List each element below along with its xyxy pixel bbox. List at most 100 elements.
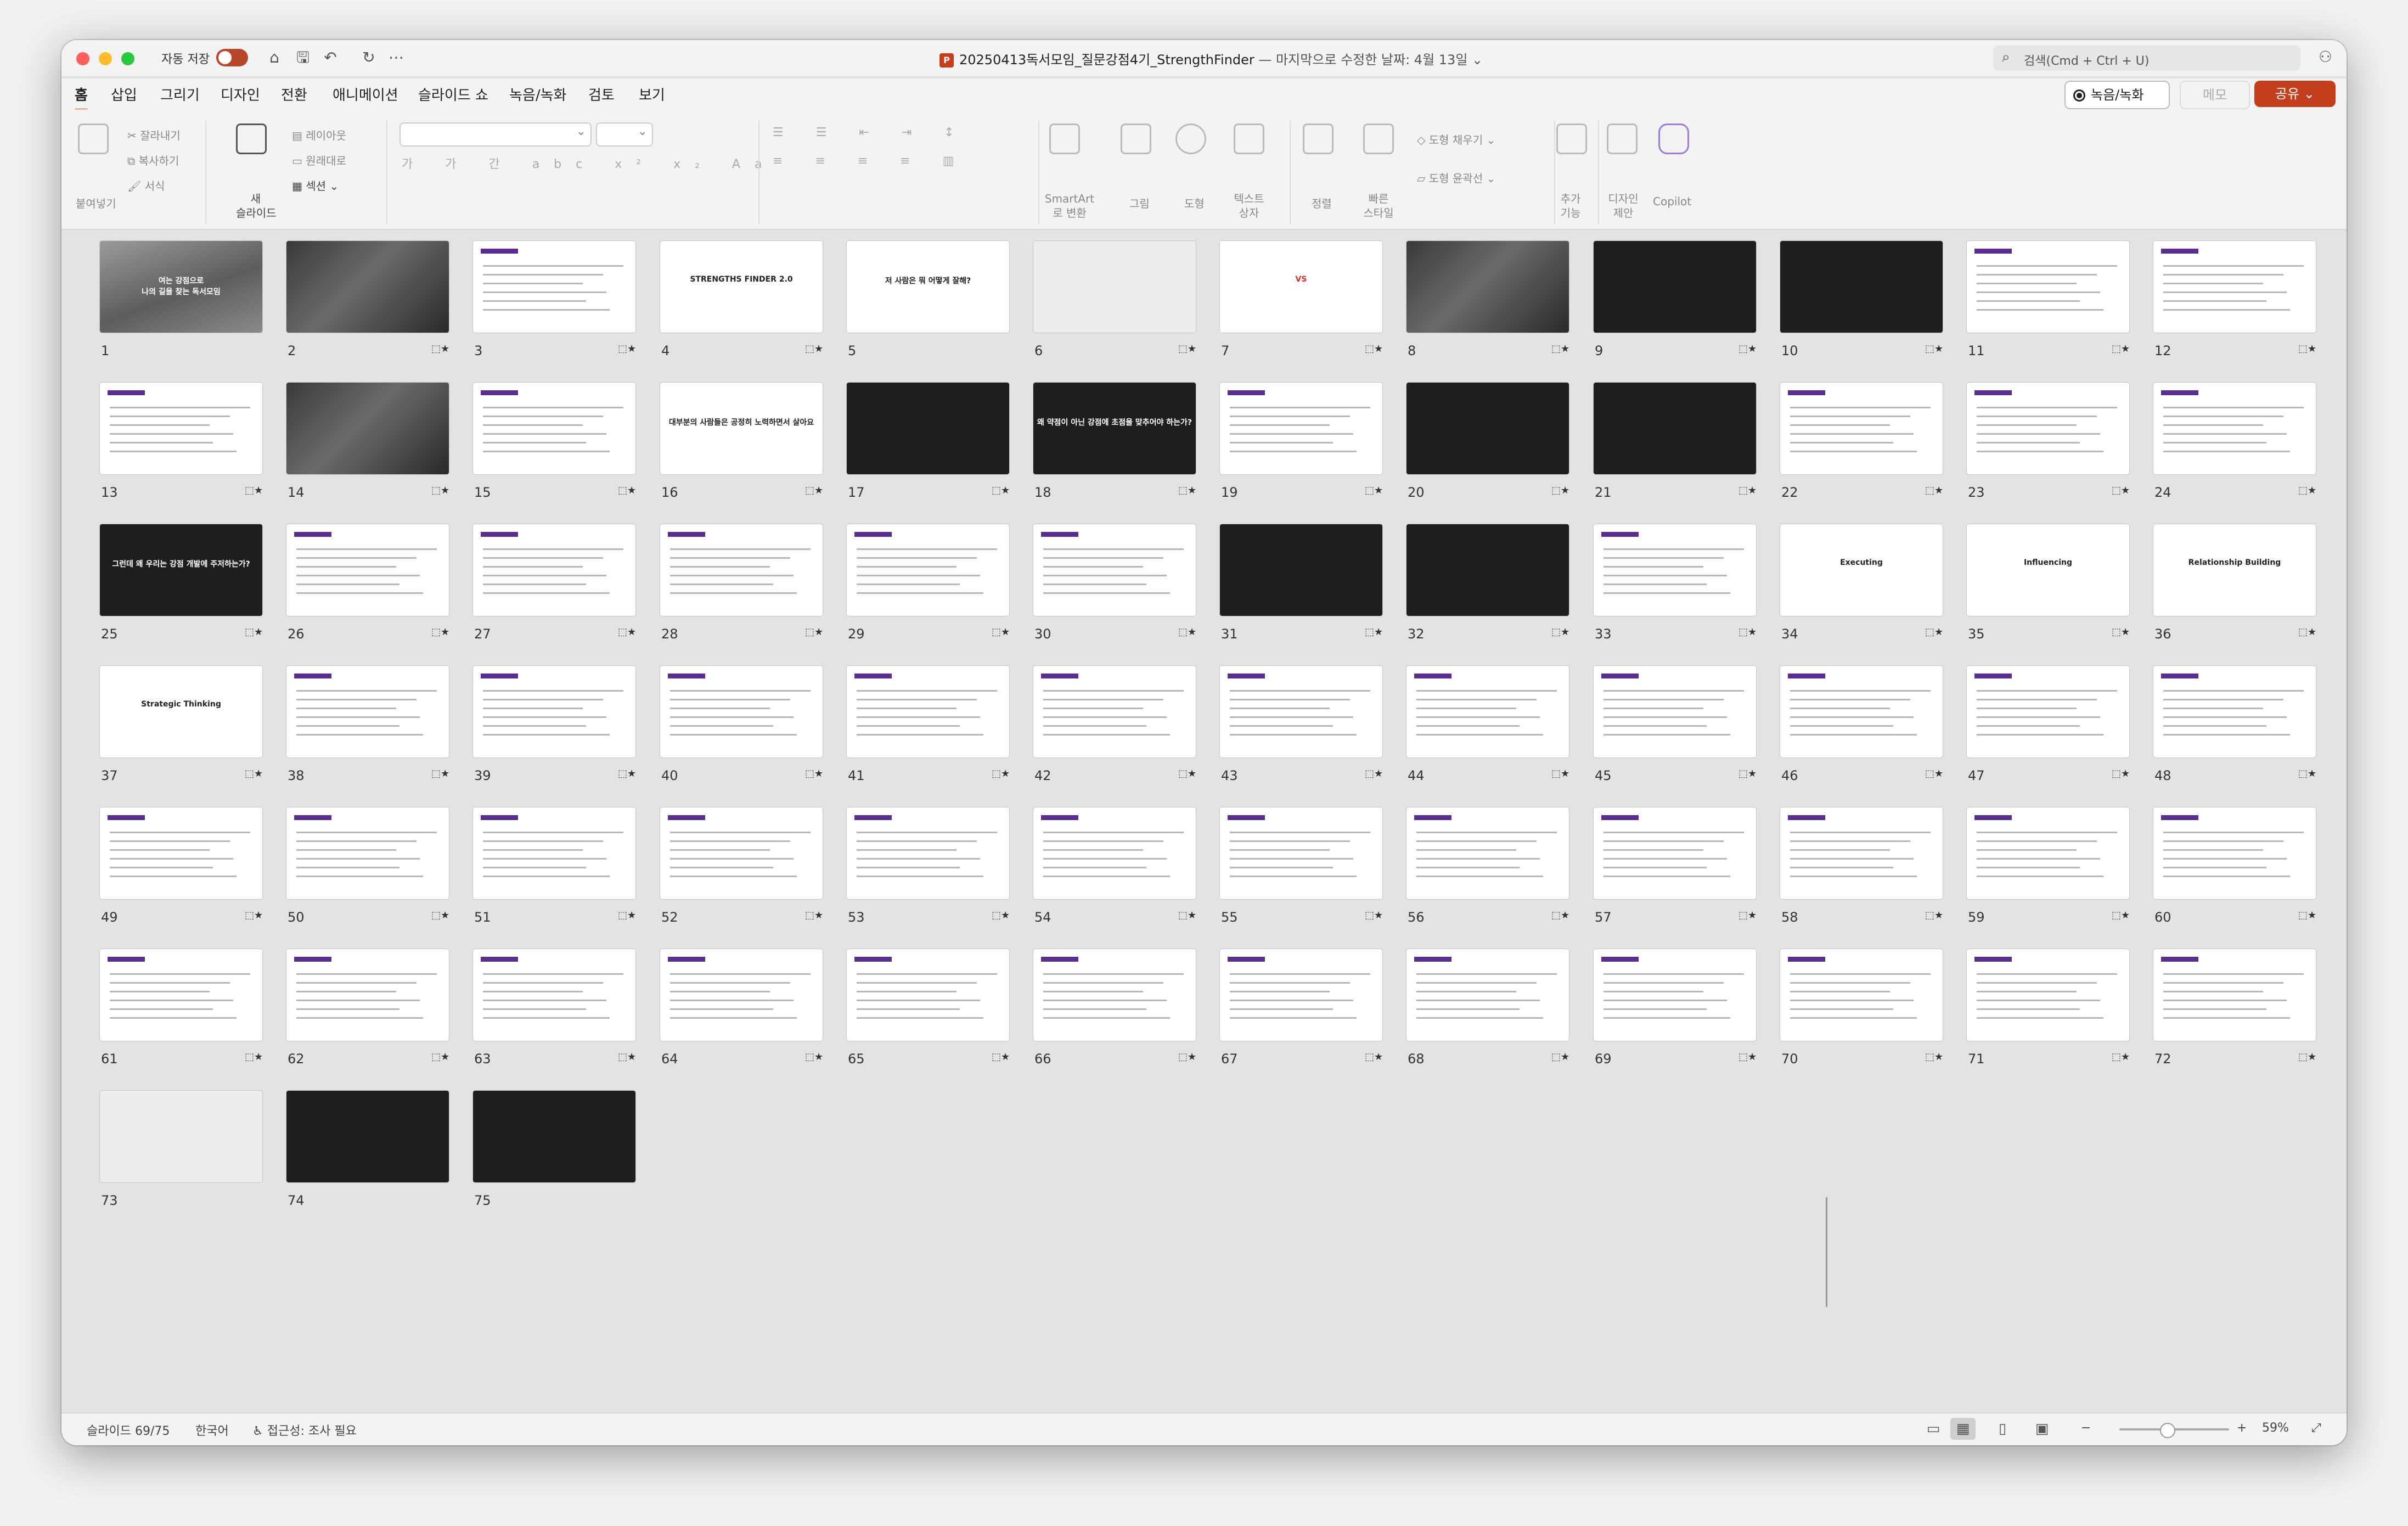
normal-view-button[interactable]: ▭ bbox=[1921, 1418, 1946, 1440]
slide-thumbnail[interactable] bbox=[2153, 241, 2316, 333]
slide-thumbnail[interactable] bbox=[847, 666, 1009, 758]
slide-thumbnail[interactable] bbox=[1406, 807, 1569, 899]
transition-star-icon[interactable]: ⬚★ bbox=[1365, 485, 1383, 496]
transition-star-icon[interactable]: ⬚★ bbox=[1739, 343, 1757, 355]
slide-thumbnail[interactable] bbox=[1220, 949, 1382, 1041]
list-buttons[interactable]: ☰ ☰ ⇤ ⇥ ↕ bbox=[773, 126, 969, 139]
section-button[interactable]: ▦ 섹션 ⌄ bbox=[292, 177, 339, 193]
transition-star-icon[interactable]: ⬚★ bbox=[1178, 626, 1196, 638]
new-slide-icon[interactable] bbox=[236, 124, 267, 154]
autosave-toggle[interactable] bbox=[216, 49, 248, 66]
transition-star-icon[interactable]: ⬚★ bbox=[245, 485, 263, 496]
textbox-icon[interactable] bbox=[1234, 124, 1264, 154]
more-icon[interactable]: ⋯ bbox=[385, 47, 407, 69]
font-name-select[interactable] bbox=[400, 122, 592, 147]
slide-thumbnail[interactable]: STRENGTHS FINDER 2.0 bbox=[660, 241, 823, 333]
slide-thumbnail[interactable] bbox=[1406, 383, 1569, 474]
slide-thumbnail[interactable] bbox=[1780, 241, 1943, 333]
slide-thumbnail[interactable] bbox=[1406, 666, 1569, 758]
slide-thumbnail[interactable] bbox=[1780, 666, 1943, 758]
save-icon[interactable]: 🖫 bbox=[292, 47, 314, 69]
transition-star-icon[interactable]: ⬚★ bbox=[1925, 910, 1943, 921]
transition-star-icon[interactable]: ⬚★ bbox=[2298, 1051, 2316, 1063]
zoom-level[interactable]: 59% bbox=[2262, 1421, 2289, 1435]
smartart-icon[interactable] bbox=[1049, 124, 1080, 154]
transition-star-icon[interactable]: ⬚★ bbox=[1925, 1051, 1943, 1063]
slide-thumbnail[interactable] bbox=[1594, 524, 1756, 616]
slide-thumbnail[interactable]: Relationship Building bbox=[2153, 524, 2316, 616]
transition-star-icon[interactable]: ⬚★ bbox=[1178, 910, 1196, 921]
cut-button[interactable]: ✂ 잘라내기 bbox=[127, 127, 181, 143]
transition-star-icon[interactable]: ⬚★ bbox=[2112, 910, 2130, 921]
slide-thumbnail[interactable] bbox=[1594, 949, 1756, 1041]
transition-star-icon[interactable]: ⬚★ bbox=[1925, 768, 1943, 779]
transition-star-icon[interactable]: ⬚★ bbox=[245, 626, 263, 638]
slide-thumbnail[interactable] bbox=[1967, 807, 2129, 899]
language-indicator[interactable]: 한국어 bbox=[195, 1421, 229, 1439]
comments-button[interactable]: 메모 bbox=[2180, 81, 2250, 109]
transition-star-icon[interactable]: ⬚★ bbox=[1178, 485, 1196, 496]
transition-star-icon[interactable]: ⬚★ bbox=[618, 768, 636, 779]
slide-thumbnail[interactable] bbox=[286, 241, 449, 333]
tab-design[interactable]: 디자인 bbox=[221, 84, 260, 104]
slide-thumbnail[interactable] bbox=[1594, 383, 1756, 474]
slide-thumbnail[interactable] bbox=[1967, 383, 2129, 474]
transition-star-icon[interactable]: ⬚★ bbox=[431, 485, 449, 496]
transition-star-icon[interactable]: ⬚★ bbox=[805, 626, 823, 638]
transition-star-icon[interactable]: ⬚★ bbox=[1739, 910, 1757, 921]
slide-thumbnail[interactable] bbox=[473, 807, 635, 899]
slide-thumbnail[interactable] bbox=[1780, 807, 1943, 899]
close-window-button[interactable] bbox=[76, 52, 89, 65]
transition-star-icon[interactable]: ⬚★ bbox=[245, 910, 263, 921]
slide-thumbnail[interactable] bbox=[2153, 383, 2316, 474]
zoom-window-button[interactable] bbox=[121, 52, 134, 65]
designer-icon[interactable] bbox=[1607, 124, 1638, 154]
transition-star-icon[interactable]: ⬚★ bbox=[805, 343, 823, 355]
transition-star-icon[interactable]: ⬚★ bbox=[1551, 626, 1569, 638]
slide-thumbnail[interactable] bbox=[2153, 807, 2316, 899]
slide-thumbnail[interactable] bbox=[2153, 666, 2316, 758]
slide-thumbnail[interactable] bbox=[847, 949, 1009, 1041]
slide-thumbnail[interactable] bbox=[473, 1091, 635, 1182]
slide-thumbnail[interactable] bbox=[1220, 383, 1382, 474]
slide-thumbnail[interactable] bbox=[473, 524, 635, 616]
transition-star-icon[interactable]: ⬚★ bbox=[431, 1051, 449, 1063]
slide-thumbnail[interactable] bbox=[1220, 524, 1382, 616]
transition-star-icon[interactable]: ⬚★ bbox=[1739, 768, 1757, 779]
transition-star-icon[interactable]: ⬚★ bbox=[431, 343, 449, 355]
tab-view[interactable]: 보기 bbox=[639, 84, 665, 104]
transition-star-icon[interactable]: ⬚★ bbox=[1365, 768, 1383, 779]
tab-slideshow[interactable]: 슬라이드 쇼 bbox=[418, 84, 488, 104]
slide-thumbnail[interactable] bbox=[1033, 241, 1196, 333]
transition-star-icon[interactable]: ⬚★ bbox=[1739, 1051, 1757, 1063]
slide-sorter-view-button[interactable]: ▦ bbox=[1950, 1418, 1976, 1440]
slide-thumbnail[interactable] bbox=[1406, 949, 1569, 1041]
shape-icon[interactable] bbox=[1175, 124, 1206, 154]
transition-star-icon[interactable]: ⬚★ bbox=[1365, 626, 1383, 638]
transition-star-icon[interactable]: ⬚★ bbox=[2298, 485, 2316, 496]
transition-star-icon[interactable]: ⬚★ bbox=[805, 910, 823, 921]
font-size-select[interactable] bbox=[596, 122, 653, 147]
transition-star-icon[interactable]: ⬚★ bbox=[1925, 343, 1943, 355]
picture-icon[interactable] bbox=[1121, 124, 1151, 154]
transition-star-icon[interactable]: ⬚★ bbox=[2298, 768, 2316, 779]
slide-thumbnail[interactable] bbox=[1967, 666, 2129, 758]
transition-star-icon[interactable]: ⬚★ bbox=[1551, 910, 1569, 921]
zoom-in-button[interactable]: + bbox=[2237, 1421, 2247, 1435]
zoom-slider-handle[interactable] bbox=[2160, 1423, 2175, 1438]
copy-button[interactable]: ⧉ 복사하기 bbox=[127, 152, 179, 168]
slide-thumbnail[interactable] bbox=[847, 524, 1009, 616]
transition-star-icon[interactable]: ⬚★ bbox=[992, 768, 1010, 779]
transition-star-icon[interactable]: ⬚★ bbox=[2112, 1051, 2130, 1063]
slide-thumbnail[interactable] bbox=[473, 666, 635, 758]
search-input[interactable]: ⌕ 검색(Cmd + Ctrl + U) bbox=[1993, 46, 2300, 71]
transition-star-icon[interactable]: ⬚★ bbox=[1739, 485, 1757, 496]
slide-thumbnail[interactable] bbox=[1406, 241, 1569, 333]
transition-star-icon[interactable]: ⬚★ bbox=[2112, 485, 2130, 496]
tab-home[interactable]: 홈 bbox=[75, 84, 88, 111]
copilot-icon[interactable] bbox=[1658, 124, 1689, 154]
slide-thumbnail[interactable] bbox=[1406, 524, 1569, 616]
reset-button[interactable]: ▭ 원래대로 bbox=[292, 152, 346, 168]
slide-thumbnail[interactable] bbox=[660, 524, 823, 616]
slide-thumbnail[interactable]: 왜 약점이 아닌 강점에 초점을 맞추어야 하는가? bbox=[1033, 383, 1196, 474]
